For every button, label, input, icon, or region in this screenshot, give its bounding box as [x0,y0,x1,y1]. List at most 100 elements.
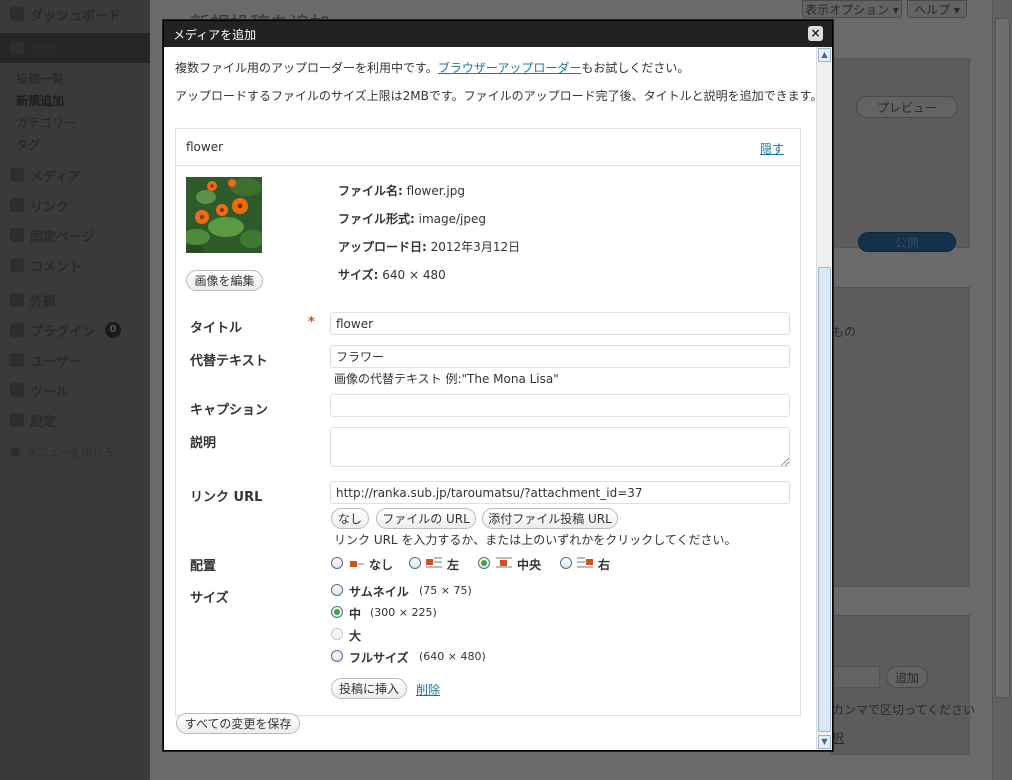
publish-button[interactable]: 公開 [858,232,956,252]
dimensions-row: サイズ: 640 × 480 [338,268,446,282]
delete-link[interactable]: 削除 [416,681,440,698]
plugin-icon [10,323,24,337]
link-none-button[interactable]: なし [331,508,369,529]
link-url-help: リンク URL を入力するか、または上のいずれかをクリックしてください。 [334,533,737,547]
align-left-radio[interactable] [409,557,421,569]
description-wrapper [330,427,790,467]
scroll-down-icon[interactable]: ▼ [818,735,831,749]
align-center-radio[interactable] [478,557,490,569]
menu-plugins[interactable]: プラグイン 0 [0,318,150,342]
pin-icon [10,41,24,55]
size-full-dims: (640 × 480) [419,650,486,663]
menu-links[interactable]: リンク [0,193,150,217]
link-file-url-button[interactable]: ファイルの URL [376,508,476,529]
align-center-label: 中央 [517,558,542,572]
save-all-changes-button[interactable]: すべての変更を保存 [176,713,300,734]
alt-text-label: 代替テキスト [190,354,268,369]
size-full-radio[interactable] [331,650,343,662]
menu-posts-all[interactable]: 投稿一覧 [16,70,64,87]
menu-dashboard[interactable]: ダッシュボード [0,2,150,26]
size-medium-radio[interactable] [331,606,343,618]
modal-header: メディアを追加 × [164,21,832,47]
size-thumbnail-dims: (75 × 75) [419,584,472,597]
browser-uploader-link[interactable]: ブラウザーアップローダー [438,61,582,75]
settings-icon [10,413,24,427]
menu-media[interactable]: メディア [0,163,150,187]
preview-button[interactable]: プレビュー [856,96,958,118]
align-none-icon [348,559,364,569]
menu-posts-tags[interactable]: タグ [16,136,40,153]
media-icon [10,168,24,182]
title-input[interactable] [330,312,790,335]
menu-users[interactable]: ユーザー [0,348,150,372]
categories-hint: もの [832,325,857,339]
dashboard-icon [10,7,24,21]
modal-scrollbar[interactable]: ▲ ▼ [816,47,832,750]
tags-choose-link[interactable]: 択 [832,729,844,746]
insert-into-post-button[interactable]: 投稿に挿入 [331,678,407,699]
menu-settings[interactable]: 設定 [0,408,150,432]
menu-posts-categories[interactable]: カテゴリー [16,114,76,131]
title-label: タイトル [190,321,243,336]
publish-box [830,58,970,248]
required-mark: * [308,315,315,330]
link-icon [10,198,24,212]
align-none-radio[interactable] [331,557,343,569]
media-item-header: flower 隠す [176,129,800,166]
size-large-label: 大 [349,629,362,643]
tags-separator-hint: カンマで区切ってください [832,703,976,717]
link-url-label: リンク URL [190,490,263,505]
screen-options-tab[interactable]: 表示オプション ▾ [802,0,902,18]
link-url-input[interactable] [330,481,790,504]
window-scroll-thumb[interactable] [995,18,1010,698]
link-post-url-button[interactable]: 添付ファイル投稿 URL [482,508,618,529]
scroll-up-icon[interactable]: ▲ [818,48,831,62]
collapse-icon [10,447,20,457]
align-right-label: 右 [598,558,611,572]
help-tab[interactable]: ヘルプ ▾ [907,0,967,18]
modal-body: 複数ファイル用のアップローダーを利用中です。ブラウザーアップローダーもお試しくだ… [164,47,816,750]
menu-collapse[interactable]: メニューを閉じる [0,440,150,464]
menu-tools[interactable]: ツール [0,378,150,402]
window-scrollbar[interactable] [992,0,1012,780]
tags-add-button[interactable]: 追加 [886,666,928,688]
appearance-icon [10,293,24,307]
caption-input[interactable] [330,394,790,417]
size-thumbnail-label: サムネイル [349,585,409,599]
page-icon [10,228,24,242]
edit-image-button[interactable]: 画像を編集 [186,270,263,291]
modal-scroll-thumb[interactable] [818,267,831,732]
size-label: サイズ [190,591,229,606]
file-name-row: ファイル名: flower.jpg [338,184,465,198]
file-type-row: ファイル形式: image/jpeg [338,212,487,226]
users-icon [10,353,24,367]
alignment-label: 配置 [190,559,217,574]
media-thumbnail [186,177,262,253]
align-right-radio[interactable] [560,557,572,569]
size-large-radio [331,628,343,640]
resize-grip-icon[interactable] [781,458,789,466]
hide-link[interactable]: 隠す [760,140,784,157]
caption-label: キャプション [190,403,269,418]
description-textarea[interactable] [330,427,790,467]
align-right-icon [577,557,593,568]
comment-icon [10,258,24,272]
size-medium-label: 中 [349,607,362,621]
close-icon[interactable]: × [808,26,823,41]
modal-title: メディアを追加 [173,27,257,42]
menu-posts-new[interactable]: 新規追加 [16,92,64,109]
tags-input[interactable] [832,666,880,688]
size-thumbnail-radio[interactable] [331,584,343,596]
menu-appearance[interactable]: 外観 [0,288,150,312]
menu-posts[interactable]: 投稿 [0,33,150,63]
align-center-icon [496,557,512,568]
tools-icon [10,383,24,397]
menu-comments[interactable]: コメント [0,253,150,277]
menu-pages[interactable]: 固定ページ [0,223,150,247]
align-left-icon [426,557,442,568]
size-medium-dims: (300 × 225) [370,606,437,619]
size-full-label: フルサイズ [349,651,409,665]
media-item-filename: flower [186,140,224,154]
upload-date-row: アップロード日: 2012年3月12日 [338,240,521,254]
alt-text-input[interactable] [330,345,790,368]
